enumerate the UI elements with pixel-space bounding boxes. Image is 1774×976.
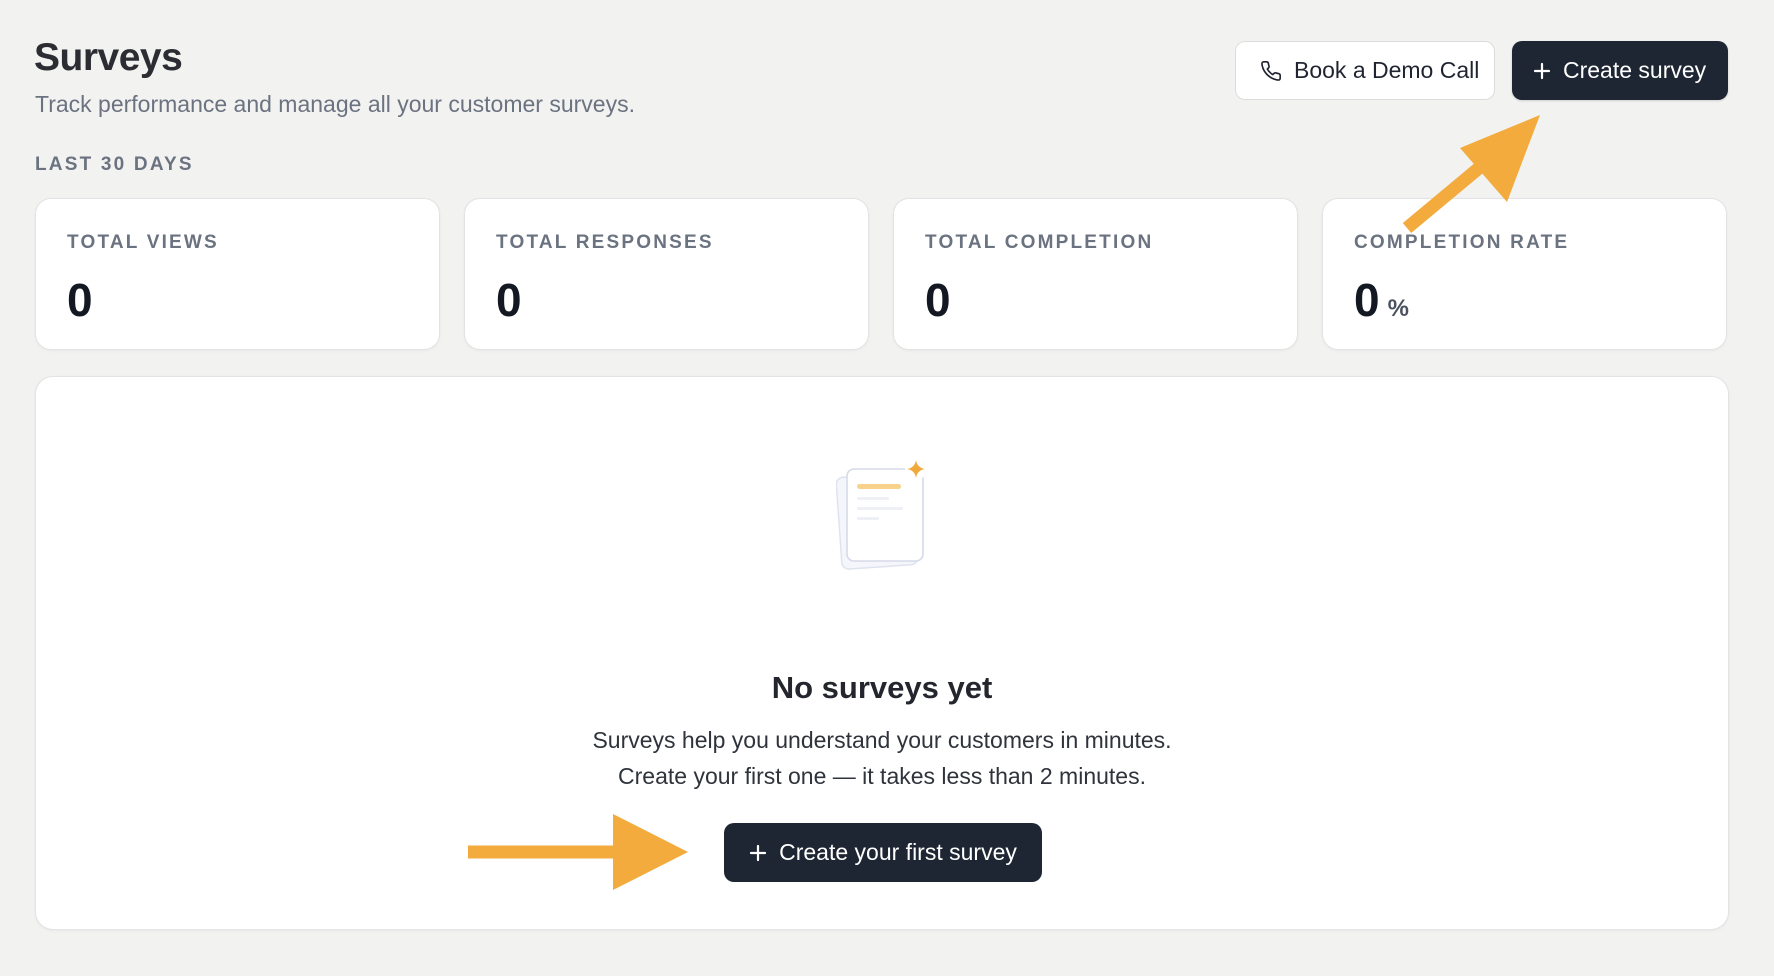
empty-state-description-secondary: Create your first one — it takes less th… [618,763,1146,789]
arrow-icon [468,814,688,890]
surveys-page: Surveys Track performance and manage all… [0,0,1774,976]
phone-icon [1260,60,1282,82]
stat-unit: % [1387,295,1409,322]
page-title: Surveys [34,36,183,79]
stat-number: 0 [496,274,522,326]
empty-state-title: No surveys yet [771,670,993,705]
create-survey-label: Create survey [1563,57,1707,83]
stat-card-total-completion: TOTAL COMPLETION 0 [893,198,1298,350]
document-stack-sparkle-icon [835,457,932,578]
create-first-survey-button[interactable]: Create your first survey [724,823,1042,882]
stat-number: 0 [67,274,93,326]
stat-value: 0 % [1354,273,1726,327]
stat-label: TOTAL RESPONSES [496,232,714,253]
stat-card-total-views: TOTAL VIEWS 0 [35,198,440,350]
plus-icon [749,844,767,862]
stat-card-total-responses: TOTAL RESPONSES 0 [464,198,869,350]
arrow-icon [1402,115,1540,233]
create-first-survey-label: Create your first survey [779,839,1017,865]
book-demo-call-label: Book a Demo Call [1294,57,1480,83]
empty-state-panel: No surveys yet Surveys help you understa… [35,376,1729,930]
stat-value: 0 [925,273,1297,327]
header-actions: Book a Demo Call Create survey [1235,41,1728,100]
stat-label: TOTAL COMPLETION [925,232,1154,253]
period-label: LAST 30 DAYS [35,154,194,175]
stat-value: 0 [67,273,439,327]
create-survey-button[interactable]: Create survey [1512,41,1728,100]
stat-number: 0 [925,274,951,326]
plus-icon [1533,62,1551,80]
empty-state-description: Surveys help you understand your custome… [592,727,1172,753]
stat-label: TOTAL VIEWS [67,232,219,253]
page-subtitle: Track performance and manage all your cu… [35,91,635,117]
stat-value: 0 [496,273,868,327]
book-demo-call-button[interactable]: Book a Demo Call [1235,41,1495,100]
stat-number: 0 [1354,274,1380,326]
